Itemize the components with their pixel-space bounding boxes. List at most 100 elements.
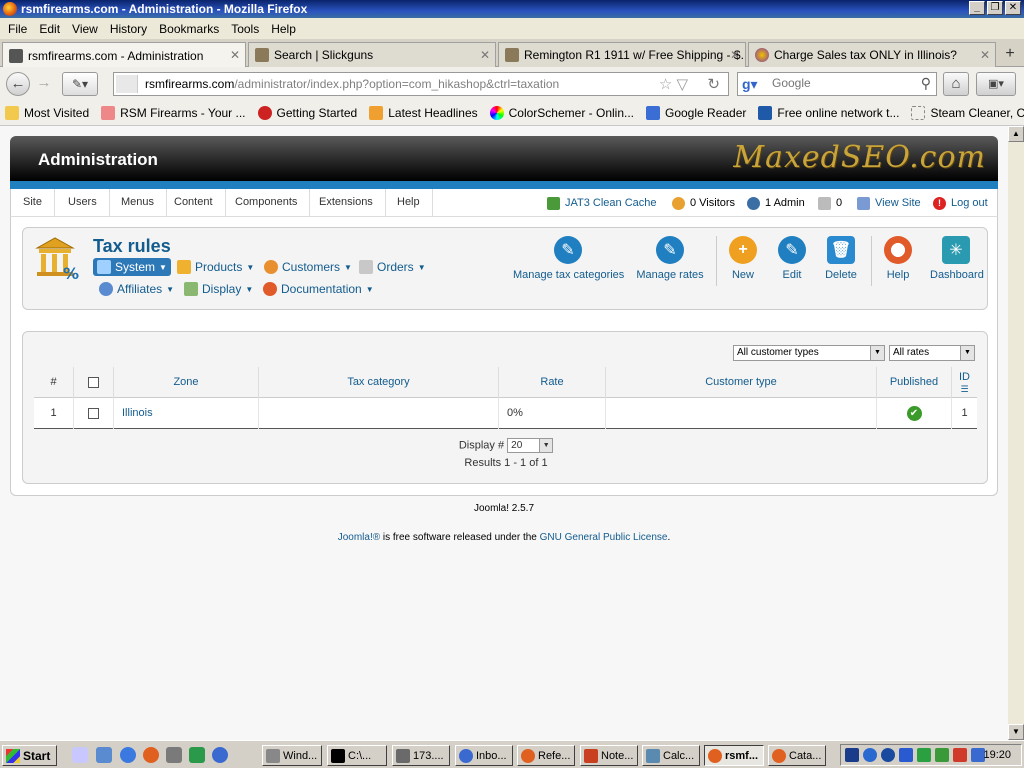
logout-link[interactable]: ! Log out (933, 189, 988, 217)
menu-history[interactable]: History (104, 22, 153, 36)
dashboard-button[interactable]: ✳ Dashboard (930, 236, 984, 281)
tray-icon[interactable] (863, 748, 877, 762)
url-bar[interactable]: rsmfirearms.com/administrator/index.php?… (113, 72, 729, 96)
header-zone[interactable]: Zone (114, 367, 259, 398)
manage-rates-button[interactable]: ✎ Manage rates (635, 236, 705, 281)
nav-components[interactable]: Components (223, 189, 311, 217)
display-count-select[interactable]: 20 ▼ (507, 438, 554, 453)
close-tab-icon[interactable]: ✕ (230, 48, 240, 62)
clock[interactable]: 19:20 (983, 749, 1011, 761)
header-id[interactable]: ID ☰ (952, 367, 977, 398)
back-button[interactable]: ← (6, 72, 30, 96)
ie-icon[interactable] (120, 747, 136, 763)
bookmark-latest-headlines[interactable]: Latest Headlines (369, 105, 478, 120)
addon-button[interactable]: ▣▾ (976, 72, 1016, 96)
bookmark-steam-cleaner[interactable]: Steam Cleaner, Com... (911, 105, 1024, 120)
new-tab-button[interactable]: + (1000, 44, 1020, 64)
view-site-link[interactable]: View Site (857, 189, 921, 217)
tray-icon[interactable] (899, 748, 913, 762)
submenu-customers[interactable]: Customers ▼ (264, 260, 352, 274)
bookmark-star-icon[interactable]: ☆ ▽ (659, 75, 688, 93)
manage-tax-categories-button[interactable]: ✎ Manage tax categories (513, 236, 624, 281)
tray-icon[interactable] (917, 748, 931, 762)
quicklaunch-icon[interactable] (212, 747, 228, 763)
help-button[interactable]: Help (883, 236, 913, 281)
delete-button[interactable]: 🗑 Delete (823, 236, 859, 281)
row-zone-link[interactable]: Illinois (114, 398, 259, 429)
messages-status[interactable]: 0 (818, 189, 842, 217)
menu-bookmarks[interactable]: Bookmarks (153, 22, 225, 36)
bookmark-most-visited[interactable]: Most Visited (5, 105, 89, 120)
nav-site[interactable]: Site (11, 189, 55, 217)
start-button[interactable]: Start (2, 745, 57, 766)
task-catalog[interactable]: Cata... (768, 745, 826, 766)
task-network[interactable]: 173.... (392, 745, 450, 766)
forward-button[interactable]: → (32, 72, 56, 96)
bookmark-colorschemer[interactable]: ColorSchemer - Onlin... (489, 105, 634, 120)
restore-button[interactable]: ❐ (987, 1, 1003, 15)
submenu-affiliates[interactable]: Affiliates ▼ (99, 282, 174, 296)
quicklaunch-icon[interactable] (166, 747, 182, 763)
close-tab-icon[interactable]: ✕ (980, 48, 990, 62)
minimize-button[interactable]: _ (969, 1, 985, 15)
menu-view[interactable]: View (66, 22, 104, 36)
facebook-icon[interactable] (881, 748, 895, 762)
joomla-link[interactable]: Joomla!® (338, 532, 380, 543)
tab-administration[interactable]: rsmfirearms.com - Administration ✕ (2, 42, 246, 68)
bookmark-getting-started[interactable]: Getting Started (257, 105, 357, 120)
menu-help[interactable]: Help (265, 22, 302, 36)
firefox-icon[interactable] (143, 747, 159, 763)
shield-icon[interactable] (845, 748, 859, 762)
check-all-checkbox[interactable] (88, 376, 99, 388)
gpl-link[interactable]: GNU General Public License (540, 532, 668, 543)
scroll-down-icon[interactable]: ▼ (1008, 724, 1024, 740)
tab-sales-tax[interactable]: Charge Sales tax ONLY in Illinois? ✕ (748, 42, 996, 67)
task-window[interactable]: Wind... (262, 745, 322, 766)
new-button[interactable]: + New (728, 236, 758, 281)
task-calculator[interactable]: Calc... (642, 745, 700, 766)
submenu-products[interactable]: Products ▼ (177, 260, 254, 274)
task-firefox-active[interactable]: rsmf... (704, 745, 764, 766)
nav-help[interactable]: Help (385, 189, 433, 217)
search-input[interactable] (772, 76, 912, 90)
task-cmd[interactable]: C:\... (327, 745, 387, 766)
task-inbox[interactable]: Inbo... (455, 745, 513, 766)
nav-content[interactable]: Content (162, 189, 226, 217)
edit-pencil-button[interactable]: ✎▾ (62, 72, 98, 96)
header-published[interactable]: Published (877, 367, 952, 398)
excel-icon[interactable] (189, 747, 205, 763)
close-tab-icon[interactable]: ✕ (480, 48, 490, 62)
task-reference[interactable]: Refe... (517, 745, 575, 766)
row-checkbox[interactable] (88, 407, 99, 419)
tray-icon[interactable] (953, 748, 967, 762)
nav-users[interactable]: Users (56, 189, 110, 217)
submenu-orders[interactable]: Orders ▼ (359, 260, 426, 274)
scroll-up-icon[interactable]: ▲ (1008, 126, 1024, 142)
home-button[interactable]: ⌂ (943, 72, 969, 96)
nav-menus[interactable]: Menus (109, 189, 168, 217)
bookmark-network-tools[interactable]: Free online network t... (758, 105, 899, 120)
google-icon[interactable]: g▾ (742, 76, 758, 93)
reload-icon[interactable]: ↻ (707, 75, 720, 93)
submenu-system[interactable]: System ▼ (93, 258, 171, 276)
nav-extensions[interactable]: Extensions (307, 189, 386, 217)
page-scrollbar[interactable]: ▲ ▼ (1008, 126, 1024, 740)
tray-icon[interactable] (935, 748, 949, 762)
edit-button[interactable]: ✎ Edit (777, 236, 807, 281)
close-tab-icon[interactable]: ✕ (730, 48, 740, 62)
header-tax-category[interactable]: Tax category (259, 367, 499, 398)
quicklaunch-icon[interactable] (72, 747, 88, 763)
menu-tools[interactable]: Tools (225, 22, 265, 36)
task-notepad[interactable]: Note... (580, 745, 638, 766)
submenu-documentation[interactable]: Documentation ▼ (263, 282, 374, 296)
header-rate[interactable]: Rate (499, 367, 606, 398)
bookmark-google-reader[interactable]: Google Reader (646, 105, 746, 120)
customer-type-filter[interactable]: All customer types ▼ (733, 345, 885, 361)
bookmark-rsm-firearms[interactable]: RSM Firearms - Your ... (101, 105, 246, 120)
published-check-icon[interactable]: ✔ (906, 405, 922, 421)
quicklaunch-icon[interactable] (96, 747, 112, 763)
header-customer-type[interactable]: Customer type (606, 367, 877, 398)
clean-cache-link[interactable]: JAT3 Clean Cache (547, 189, 657, 217)
submenu-display[interactable]: Display ▼ (184, 282, 253, 296)
menu-edit[interactable]: Edit (33, 22, 66, 36)
